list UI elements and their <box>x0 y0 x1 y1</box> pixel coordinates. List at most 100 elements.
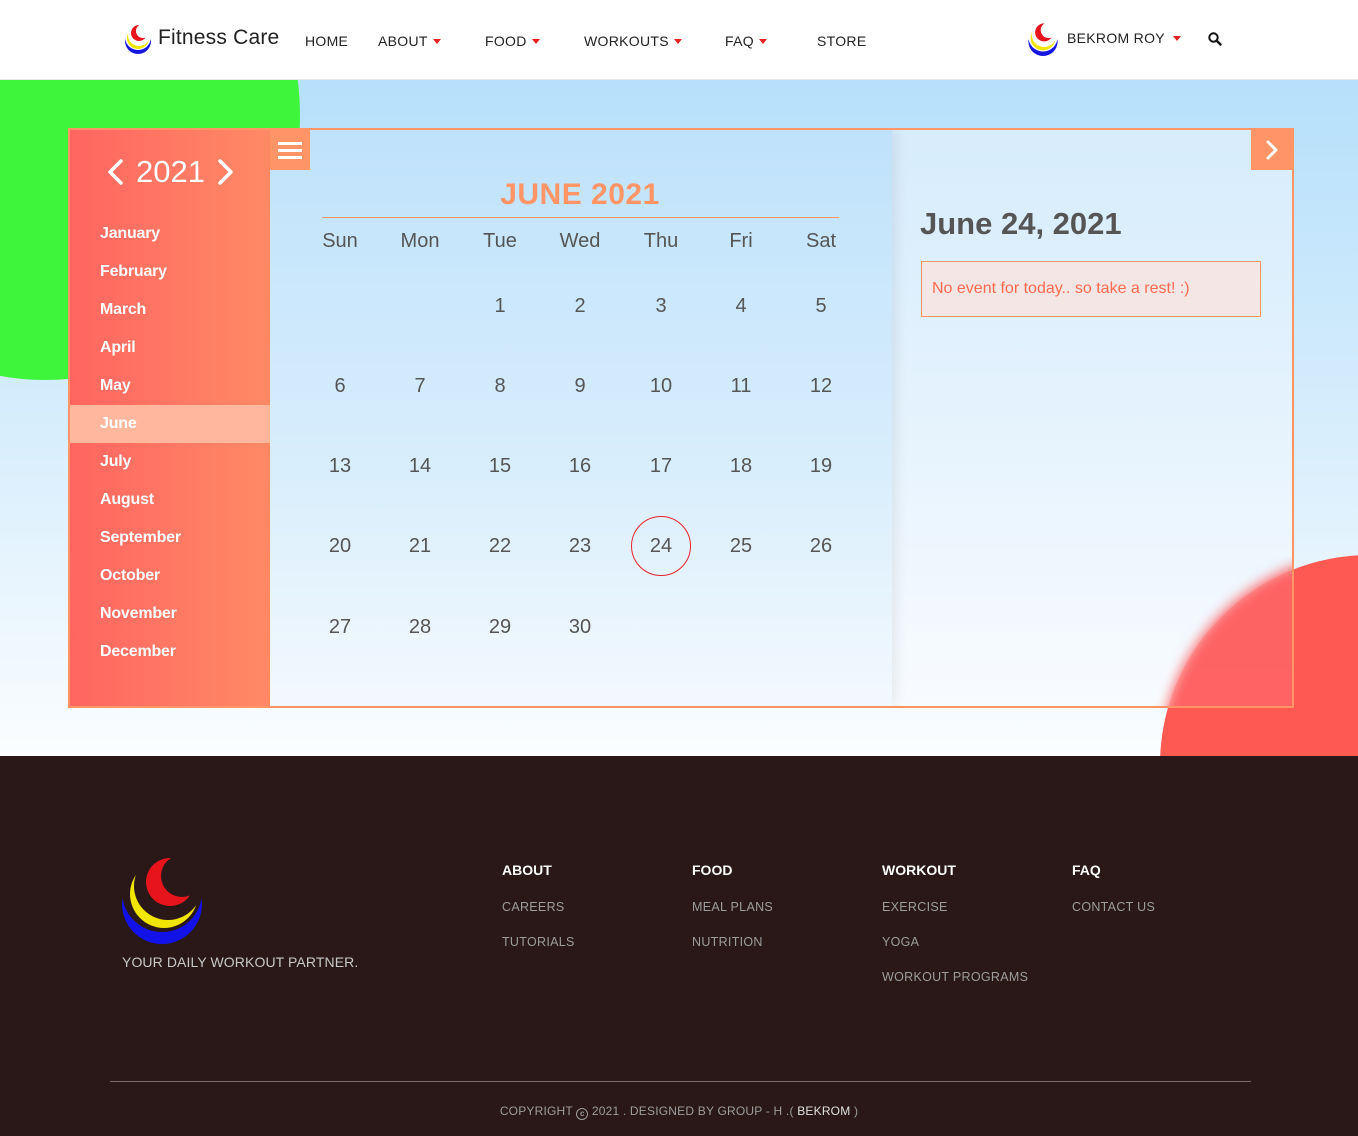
day-cell[interactable]: 7 <box>390 356 450 416</box>
event-message-box: No event for today.. so take a rest! :) <box>921 261 1261 317</box>
day-cell[interactable]: 25 <box>711 516 771 576</box>
day-cell[interactable]: 2 <box>550 276 610 336</box>
day-cell[interactable]: 26 <box>791 516 851 576</box>
user-avatar <box>1025 20 1061 56</box>
month-item-february[interactable]: February <box>70 253 270 291</box>
weekday-label: Sat <box>805 230 837 252</box>
hamburger-bar <box>278 141 302 145</box>
day-cell[interactable]: 13 <box>310 436 370 496</box>
month-item-march[interactable]: March <box>70 291 270 329</box>
chevron-left-icon[interactable] <box>106 159 124 185</box>
day-cell[interactable]: 18 <box>711 436 771 496</box>
footer-heading: ABOUT <box>502 862 552 878</box>
footer-link[interactable]: WORKOUT PROGRAMS <box>882 970 1028 984</box>
day-cell[interactable]: 23 <box>550 516 610 576</box>
day-cell[interactable]: 30 <box>550 597 610 657</box>
user-menu[interactable]: BEKROM ROY <box>1025 20 1181 56</box>
day-cell[interactable]: 27 <box>310 597 370 657</box>
search-icon[interactable] <box>1208 32 1222 46</box>
day-cell[interactable]: 21 <box>390 516 450 576</box>
month-item-december[interactable]: December <box>70 633 270 671</box>
month-item-august[interactable]: August <box>70 481 270 519</box>
day-cell[interactable]: 9 <box>550 356 610 416</box>
brand-link[interactable]: Fitness Care <box>122 22 279 54</box>
nav-store[interactable]: STORE <box>817 33 866 49</box>
footer-link[interactable]: CAREERS <box>502 900 575 914</box>
calendar-grid-panel: JUNE 2021 Sun Mon Tue Wed Thu Fri Sat 12345678… <box>270 130 892 706</box>
day-cell[interactable]: 12 <box>791 356 851 416</box>
day-cell-selected[interactable]: 24 <box>631 516 691 576</box>
footer-divider <box>110 1081 1251 1082</box>
footer-tagline: YOUR DAILY WORKOUT PARTNER. <box>122 954 359 970</box>
copyright-icon: c <box>576 1108 589 1120</box>
copyright-prefix: COPYRIGHT <box>499 1104 573 1118</box>
day-cell[interactable]: 19 <box>791 436 851 496</box>
hamburger-bar <box>278 148 302 152</box>
day-cell[interactable]: 4 <box>711 276 771 336</box>
day-cell[interactable]: 20 <box>310 516 370 576</box>
footer-col-faq: FAQ CONTACT US <box>1072 862 1155 935</box>
month-item-november[interactable]: November <box>70 595 270 633</box>
next-button[interactable] <box>1251 130 1292 170</box>
chevron-right-icon[interactable] <box>217 159 235 185</box>
day-cell[interactable]: 8 <box>470 356 530 416</box>
copyright-close: ) <box>853 1104 859 1118</box>
day-cell[interactable]: 1 <box>470 276 530 336</box>
footer-link[interactable]: NUTRITION <box>692 935 773 949</box>
month-item-april[interactable]: April <box>70 329 270 367</box>
month-item-may[interactable]: May <box>70 367 270 405</box>
day-cell[interactable]: 14 <box>390 436 450 496</box>
selected-date-heading: June 24, 2021 <box>920 206 1122 241</box>
nav-food[interactable]: FOOD <box>485 33 540 49</box>
month-item-july[interactable]: July <box>70 443 270 481</box>
nav-about-label: ABOUT <box>378 33 428 49</box>
nav-workouts-label: WORKOUTS <box>584 33 669 49</box>
day-cell[interactable]: 5 <box>791 276 851 336</box>
day-cell[interactable]: 28 <box>390 597 450 657</box>
user-name: BEKROM ROY <box>1067 30 1165 46</box>
day-cell[interactable]: 16 <box>550 436 610 496</box>
day-cell[interactable]: 15 <box>470 436 530 496</box>
footer-link[interactable]: EXERCISE <box>882 900 1028 914</box>
designer-name[interactable]: BEKROM <box>797 1104 850 1118</box>
caret-down-icon <box>531 39 540 44</box>
footer-heading: FOOD <box>692 862 733 878</box>
nav-workouts[interactable]: WORKOUTS <box>584 33 682 49</box>
caret-down-icon <box>758 39 767 44</box>
month-item-september[interactable]: September <box>70 519 270 557</box>
caret-down-icon <box>1172 35 1181 41</box>
weekday-label: Thu <box>643 230 679 252</box>
brand-logo-icon <box>122 22 154 54</box>
footer-link[interactable]: MEAL PLANS <box>692 900 773 914</box>
footer-link[interactable]: CONTACT US <box>1072 900 1155 914</box>
menu-toggle-button[interactable] <box>270 130 310 170</box>
month-item-october[interactable]: October <box>70 557 270 595</box>
footer-col-food: FOOD MEAL PLANS NUTRITION <box>692 862 773 970</box>
footer-col-about: ABOUT CAREERS TUTORIALS <box>502 862 575 970</box>
nav-home[interactable]: HOME <box>305 33 348 49</box>
copyright-text: COPYRIGHT c 2021 . DESIGNED BY GROUP - H… <box>0 1104 1358 1120</box>
title-divider <box>322 217 839 218</box>
footer-link[interactable]: TUTORIALS <box>502 935 575 949</box>
nav-faq[interactable]: FAQ <box>725 33 767 49</box>
month-sidebar: 2021 January February March April May June Jul… <box>70 130 270 706</box>
year-label: 2021 <box>136 154 205 189</box>
day-cell[interactable]: 11 <box>711 356 771 416</box>
month-item-june[interactable]: June <box>70 405 270 443</box>
caret-down-icon <box>673 39 682 44</box>
day-cell[interactable]: 10 <box>631 356 691 416</box>
chevron-right-icon <box>1266 140 1277 160</box>
calendar-title: JUNE 2021 <box>500 178 660 211</box>
day-cell[interactable]: 29 <box>470 597 530 657</box>
month-item-january[interactable]: January <box>70 215 270 253</box>
footer: YOUR DAILY WORKOUT PARTNER. ABOUT CAREER… <box>0 756 1358 1136</box>
nav-about[interactable]: ABOUT <box>378 33 441 49</box>
nav-store-label: STORE <box>817 33 867 49</box>
day-cell[interactable]: 17 <box>631 436 691 496</box>
weekday-label: Sun <box>322 230 358 252</box>
day-cell[interactable]: 3 <box>631 276 691 336</box>
footer-link[interactable]: YOGA <box>882 935 1028 949</box>
day-cell[interactable]: 6 <box>310 356 370 416</box>
footer-logo-icon <box>122 852 206 946</box>
day-cell[interactable]: 22 <box>470 516 530 576</box>
